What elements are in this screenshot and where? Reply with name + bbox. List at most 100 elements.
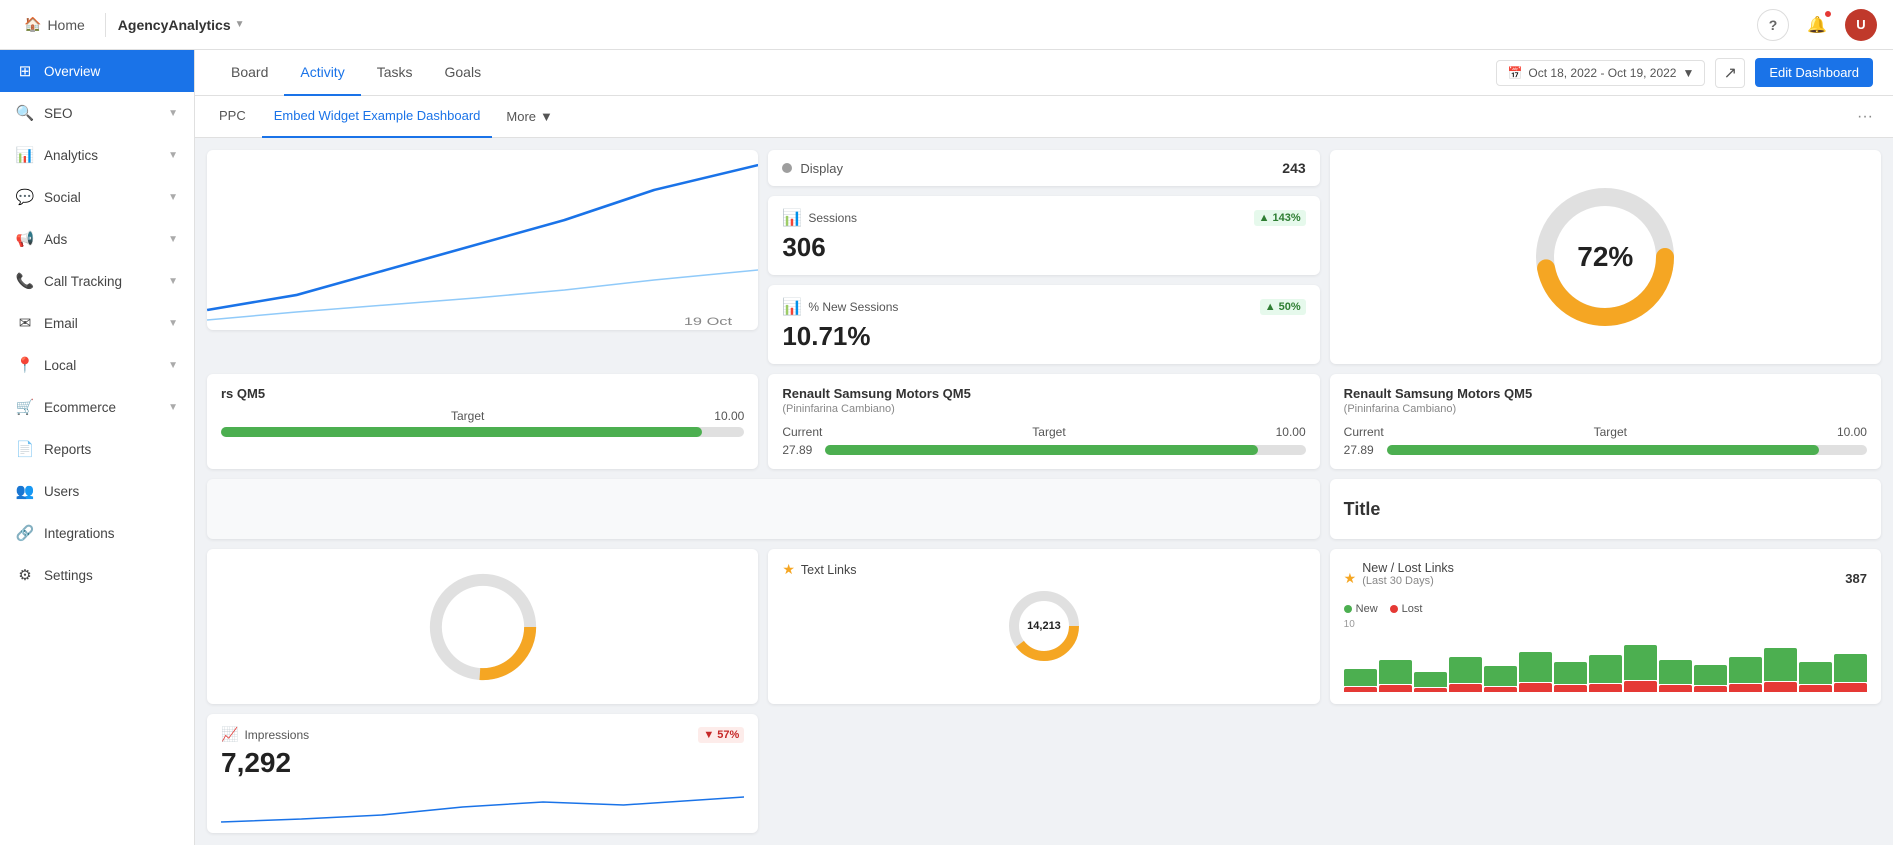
topbar-divider xyxy=(105,13,106,37)
lost-bar xyxy=(1764,682,1797,692)
chevron-down-icon: ▼ xyxy=(168,234,178,245)
sidebar-item-ecommerce[interactable]: 🛒 Ecommerce ▼ xyxy=(0,386,194,428)
sessions-title: Sessions xyxy=(808,211,1247,225)
new-bar xyxy=(1834,654,1867,682)
new-bar xyxy=(1589,655,1622,683)
partial-circle-card xyxy=(207,549,758,704)
sessions-card: 📊 Sessions ▲ 143% 306 xyxy=(768,196,1319,275)
sidebar-item-label: SEO xyxy=(44,106,158,121)
calendar-icon: 📅 xyxy=(1507,66,1522,80)
new-bar xyxy=(1344,669,1377,686)
display-label: Display xyxy=(800,161,843,176)
impressions-icon: 📈 xyxy=(221,726,238,743)
lost-bar xyxy=(1379,685,1412,692)
display-card: Display 243 xyxy=(768,150,1319,186)
bar-group xyxy=(1554,632,1587,692)
bar-group xyxy=(1589,632,1622,692)
chevron-down-icon: ▼ xyxy=(168,402,178,413)
sidebar-item-settings[interactable]: ⚙ Settings xyxy=(0,554,194,596)
sessions-column: Display 243 📊 Sessions ▲ 143% 306 📊 xyxy=(768,150,1319,364)
help-button[interactable]: ? xyxy=(1757,9,1789,41)
sidebar-item-social[interactable]: 💬 Social ▼ xyxy=(0,176,194,218)
new-bar xyxy=(1519,652,1552,682)
sidebar-item-reports[interactable]: 📄 Reports xyxy=(0,428,194,470)
progress2-current-label: Current xyxy=(1344,425,1384,439)
sidebar-item-label: Email xyxy=(44,316,158,331)
chevron-down-icon: ▼ xyxy=(168,360,178,371)
sessions-value: 306 xyxy=(782,232,1305,263)
text-links-header: ★ Text Links xyxy=(782,561,1305,578)
tab-board[interactable]: Board xyxy=(215,50,284,96)
tab-goals[interactable]: Goals xyxy=(429,50,498,96)
chevron-down-icon: ▼ xyxy=(168,318,178,329)
new-sessions-icon: 📊 xyxy=(782,297,802,317)
new-lost-subtitle: (Last 30 Days) xyxy=(1362,575,1839,587)
sidebar-item-label: Overview xyxy=(44,64,178,79)
bar-group xyxy=(1624,632,1657,692)
lost-bar xyxy=(1554,685,1587,692)
topbar-icons: ? 🔔 U xyxy=(1757,9,1877,41)
notifications-button[interactable]: 🔔 xyxy=(1801,9,1833,41)
dash-tab-embed[interactable]: Embed Widget Example Dashboard xyxy=(262,96,493,138)
sidebar-item-analytics[interactable]: 📊 Analytics ▼ xyxy=(0,134,194,176)
sidebar-item-call-tracking[interactable]: 📞 Call Tracking ▼ xyxy=(0,260,194,302)
progress-card-1: Renault Samsung Motors QM5 (Pininfarina … xyxy=(768,374,1319,469)
progress-fill-left xyxy=(221,427,702,437)
progress-card-left: rs QM5 Target 10.00 xyxy=(207,374,758,469)
user-avatar[interactable]: U xyxy=(1845,9,1877,41)
new-lost-count: 387 xyxy=(1845,571,1867,586)
edit-dashboard-button[interactable]: Edit Dashboard xyxy=(1755,58,1873,87)
impressions-badge: ▼ 57% xyxy=(698,727,744,743)
lost-bar xyxy=(1484,687,1517,692)
progress1-current-label: Current xyxy=(782,425,822,439)
home-nav[interactable]: 🏠 Home xyxy=(16,16,93,33)
progress-bar-section: Target 10.00 xyxy=(221,409,744,437)
sidebar-item-overview[interactable]: ⊞ Overview xyxy=(0,50,194,92)
sidebar-item-ads[interactable]: 📢 Ads ▼ xyxy=(0,218,194,260)
sidebar-item-label: Ecommerce xyxy=(44,400,158,415)
progress-bar-left xyxy=(221,427,744,437)
text-links-card: ★ Text Links 14,213 xyxy=(768,549,1319,704)
sidebar: ⊞ Overview 🔍 SEO ▼ 📊 Analytics ▼ 💬 Socia… xyxy=(0,50,195,845)
sidebar-item-users[interactable]: 👥 Users xyxy=(0,470,194,512)
new-bar xyxy=(1764,648,1797,681)
sidebar-item-integrations[interactable]: 🔗 Integrations xyxy=(0,512,194,554)
sidebar-item-local[interactable]: 📍 Local ▼ xyxy=(0,344,194,386)
sidebar-item-label: Settings xyxy=(44,568,178,583)
reports-icon: 📄 xyxy=(16,440,34,458)
ellipsis-menu-button[interactable]: ··· xyxy=(1849,108,1881,126)
bar-group xyxy=(1799,632,1832,692)
progress1-current-val: 27.89 xyxy=(782,443,817,457)
impressions-title: Impressions xyxy=(244,728,692,742)
sidebar-item-label: Integrations xyxy=(44,526,178,541)
impressions-value: 7,292 xyxy=(221,747,744,779)
tab-tasks[interactable]: Tasks xyxy=(361,50,429,96)
sidebar-item-label: Call Tracking xyxy=(44,274,158,289)
progress-left-title: rs QM5 xyxy=(221,386,744,401)
new-bar xyxy=(1379,660,1412,684)
sidebar-item-email[interactable]: ✉ Email ▼ xyxy=(0,302,194,344)
bar-group xyxy=(1414,632,1447,692)
sidebar-item-label: Social xyxy=(44,190,158,205)
share-button[interactable]: ↗ xyxy=(1715,58,1745,88)
sidebar-item-seo[interactable]: 🔍 SEO ▼ xyxy=(0,92,194,134)
progress1-bar xyxy=(825,445,1305,455)
date-range-picker[interactable]: 📅 Oct 18, 2022 - Oct 19, 2022 ▼ xyxy=(1496,60,1705,86)
chevron-down-icon: ▼ xyxy=(168,150,178,161)
progress1-row: 27.89 xyxy=(782,443,1305,457)
new-lost-header: ★ New / Lost Links (Last 30 Days) 387 xyxy=(1344,561,1867,595)
progress2-current-val: 27.89 xyxy=(1344,443,1379,457)
dash-tab-ppc[interactable]: PPC xyxy=(207,96,258,138)
share-icon: ↗ xyxy=(1724,63,1737,83)
progress2-target-label: Target xyxy=(1594,425,1627,439)
notification-dot xyxy=(1824,10,1832,18)
tab-activity[interactable]: Activity xyxy=(284,50,360,96)
new-bar xyxy=(1484,666,1517,686)
more-tabs-button[interactable]: More ▼ xyxy=(496,109,563,124)
progress2-row: 27.89 xyxy=(1344,443,1867,457)
agency-selector[interactable]: AgencyAnalytics ▼ xyxy=(118,17,245,33)
home-icon: 🏠 xyxy=(24,16,41,33)
nav-tabs: Board Activity Tasks Goals 📅 Oct 18, 202… xyxy=(195,50,1893,96)
bar-group xyxy=(1764,632,1797,692)
new-sessions-value: 10.71% xyxy=(782,321,1305,352)
